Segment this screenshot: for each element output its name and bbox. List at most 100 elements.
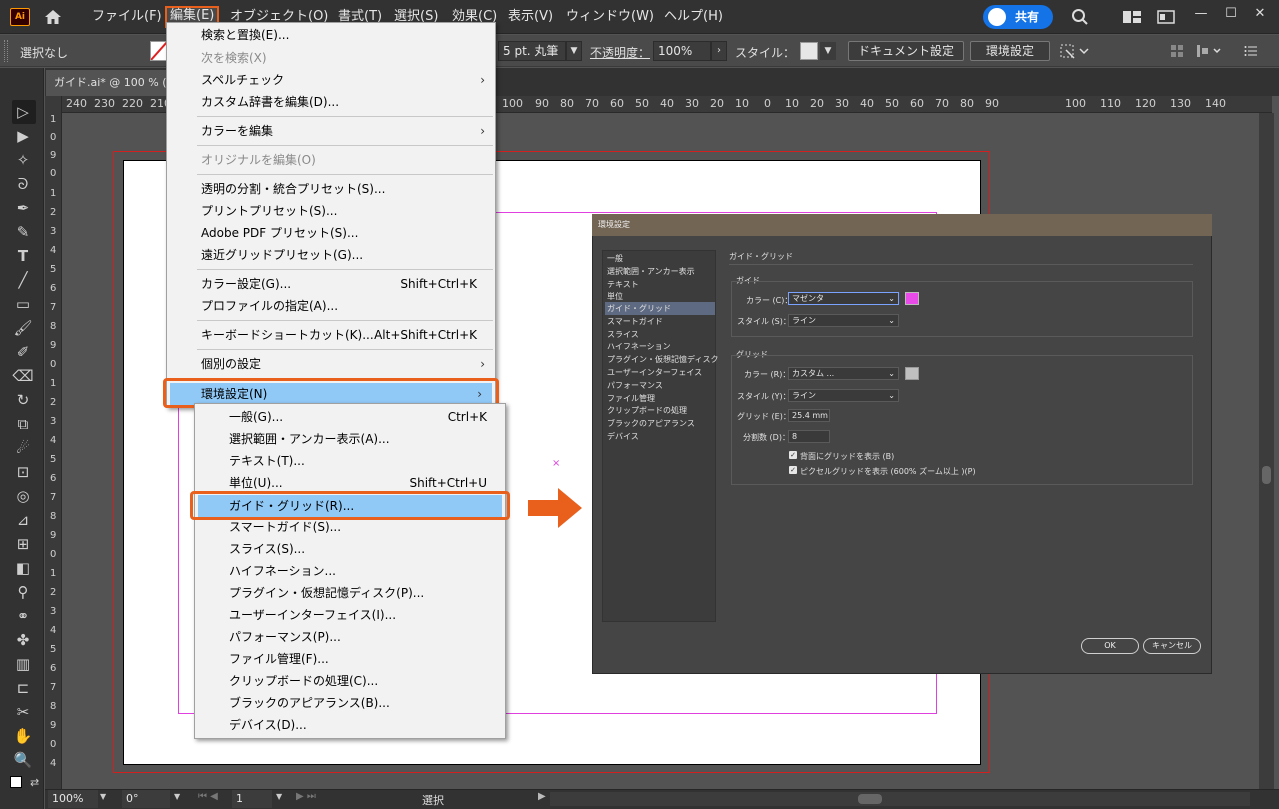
menu-item-black-appearance[interactable]: ブラックのアピアランス(B)...	[195, 692, 505, 714]
blend-tool-icon[interactable]: ⚭	[12, 606, 34, 626]
free-transform-tool-icon[interactable]: ⊡	[12, 462, 34, 482]
category-performance[interactable]: パフォーマンス	[605, 379, 715, 392]
chevron-down-icon[interactable]: ▼	[566, 41, 582, 61]
scrollbar-thumb[interactable]	[858, 794, 882, 804]
pen-tool-icon[interactable]: ✒	[12, 198, 34, 218]
menu-help[interactable]: ヘルプ(H)	[664, 7, 723, 27]
menu-item-edit-colors[interactable]: カラーを編集 ›	[167, 120, 495, 142]
category-hyphenation[interactable]: ハイフネーション	[605, 340, 715, 353]
last-artboard-icon[interactable]: ▶ ⏭	[296, 791, 316, 802]
menu-item-custom-dictionary[interactable]: カスタム辞書を編集(D)...	[167, 91, 495, 113]
category-plugins[interactable]: プラグイン・仮想記憶ディスク	[605, 353, 718, 366]
align-icon[interactable]	[1170, 44, 1184, 58]
menu-item-hyphenation[interactable]: ハイフネーション...	[195, 560, 505, 582]
menu-item-performance[interactable]: パフォーマンス(P)...	[195, 626, 505, 648]
type-tool-icon[interactable]: T	[12, 246, 34, 266]
menu-item-spellcheck[interactable]: スペルチェック ›	[167, 69, 495, 91]
chevron-down-icon[interactable]: ▼	[174, 792, 180, 801]
menu-item-perspective-presets[interactable]: 遠近グリッドプリセット(G)...	[167, 244, 495, 266]
first-artboard-icon[interactable]: ⏮ ◀	[198, 791, 218, 802]
menu-item-color-settings[interactable]: カラー設定(G)... Shift+Ctrl+K	[167, 273, 495, 295]
menu-item-user-interface[interactable]: ユーザーインターフェイス(I)...	[195, 604, 505, 626]
menu-item-pdf-presets[interactable]: Adobe PDF プリセット(S)...	[167, 222, 495, 244]
menu-item-general[interactable]: 一般(G)... Ctrl+K	[195, 406, 505, 428]
zoom-field[interactable]: 100%	[48, 790, 98, 808]
shaper-tool-icon[interactable]: ✐	[12, 342, 34, 362]
menu-item-find-replace[interactable]: 検索と置換(E)...	[167, 24, 495, 46]
swap-icon[interactable]: ⇄	[30, 776, 39, 789]
line-tool-icon[interactable]: ╱	[12, 270, 34, 290]
graph-tool-icon[interactable]: ▥	[12, 654, 34, 674]
zoom-tool-icon[interactable]: 🔍	[12, 750, 34, 770]
rectangle-tool-icon[interactable]: ▭	[12, 294, 34, 314]
rotate-tool-icon[interactable]: ↻	[12, 390, 34, 410]
vertical-scrollbar[interactable]	[1259, 113, 1274, 789]
perspective-grid-tool-icon[interactable]: ⊿	[12, 510, 34, 530]
grids-in-back-checkbox[interactable]: ✓	[789, 451, 797, 459]
chevron-down-icon[interactable]: ▼	[276, 792, 282, 801]
grid-color-select[interactable]: カスタム ... ⌄	[788, 367, 899, 380]
menu-item-clipboard[interactable]: クリップボードの処理(C)...	[195, 670, 505, 692]
brush-select[interactable]: 5 pt. 丸筆	[498, 41, 566, 61]
opacity-input[interactable]: 100%	[653, 41, 711, 61]
eraser-tool-icon[interactable]: ⌫	[12, 366, 34, 386]
guide-color-select[interactable]: マゼンタ ⌄	[788, 292, 899, 305]
grid-style-select[interactable]: ライン ⌄	[788, 389, 899, 402]
minimize-button[interactable]: —	[1188, 4, 1214, 24]
panel-icon[interactable]	[1157, 10, 1175, 24]
preferences-button[interactable]: 環境設定	[970, 41, 1050, 61]
guide-color-swatch[interactable]	[905, 292, 919, 305]
artboard-number[interactable]: 1	[232, 790, 272, 808]
category-clipboard[interactable]: クリップボードの処理	[605, 404, 715, 417]
menu-item-type[interactable]: テキスト(T)...	[195, 450, 505, 472]
shape-builder-tool-icon[interactable]: ◎	[12, 486, 34, 506]
menu-item-my-settings[interactable]: 個別の設定 ›	[167, 353, 495, 375]
style-swatch[interactable]	[800, 42, 818, 60]
chevron-down-icon[interactable]: ▼	[100, 792, 106, 801]
menu-item-selection-anchor[interactable]: 選択範囲・アンカー表示(A)...	[195, 428, 505, 450]
home-icon[interactable]	[42, 8, 64, 26]
arrange-icon[interactable]	[1122, 10, 1142, 24]
grid-interval-input[interactable]: 25.4 mm	[788, 409, 830, 422]
menu-item-plugins-scratch[interactable]: プラグイン・仮想記憶ディスク(P)...	[195, 582, 505, 604]
menu-item-assign-profile[interactable]: プロファイルの指定(A)...	[167, 295, 495, 317]
menu-window[interactable]: ウィンドウ(W)	[566, 7, 654, 27]
distribute-icon[interactable]	[1196, 44, 1224, 58]
transform-icon[interactable]	[1058, 42, 1090, 60]
close-button[interactable]: ✕	[1247, 4, 1273, 24]
category-guides-grid[interactable]: ガイド・グリッド	[605, 302, 715, 315]
category-black-appearance[interactable]: ブラックのアピアランス	[605, 417, 715, 430]
scrollbar-thumb[interactable]	[1262, 466, 1271, 484]
curvature-tool-icon[interactable]: ✎	[12, 222, 34, 242]
menu-item-slices[interactable]: スライス(S)...	[195, 538, 505, 560]
warp-tool-icon[interactable]: ☄	[12, 438, 34, 458]
rotate-field[interactable]: 0°	[122, 790, 170, 808]
maximize-button[interactable]: ☐	[1218, 4, 1244, 24]
eyedropper-tool-icon[interactable]: ⚲	[12, 582, 34, 602]
grid-subdivision-input[interactable]: 8	[788, 430, 830, 443]
menu-view[interactable]: 表示(V)	[508, 7, 553, 27]
guide-style-select[interactable]: ライン ⌄	[788, 314, 899, 327]
menu-icon[interactable]	[1244, 44, 1258, 58]
ok-button[interactable]: OK	[1081, 638, 1139, 654]
category-devices[interactable]: デバイス	[605, 430, 715, 443]
mesh-tool-icon[interactable]: ⊞	[12, 534, 34, 554]
horizontal-scrollbar[interactable]	[550, 792, 1250, 806]
artboard-tool-icon[interactable]: ⊏	[12, 678, 34, 698]
cancel-button[interactable]: キャンセル	[1143, 638, 1201, 654]
category-user-interface[interactable]: ユーザーインターフェイス	[605, 366, 715, 379]
scale-tool-icon[interactable]: ⧉	[12, 414, 34, 434]
menu-item-devices[interactable]: デバイス(D)...	[195, 714, 505, 736]
menu-file[interactable]: ファイル(F)	[92, 7, 162, 27]
lasso-tool-icon[interactable]: ᘐ	[12, 174, 34, 194]
grid-color-swatch[interactable]	[905, 367, 919, 380]
menu-item-keyboard-shortcuts[interactable]: キーボードショートカット(K)... Alt+Shift+Ctrl+K	[167, 324, 495, 346]
category-smart-guides[interactable]: スマートガイド	[605, 315, 715, 328]
gradient-tool-icon[interactable]: ◧	[12, 558, 34, 578]
slice-tool-icon[interactable]: ✂	[12, 702, 34, 722]
category-selection-anchor[interactable]: 選択範囲・アンカー表示	[605, 265, 715, 278]
category-general[interactable]: 一般	[605, 252, 715, 265]
menu-item-print-presets[interactable]: プリントプリセット(S)...	[167, 200, 495, 222]
chevron-right-icon[interactable]: ›	[711, 41, 727, 61]
paintbrush-tool-icon[interactable]: 🖌	[12, 318, 34, 338]
